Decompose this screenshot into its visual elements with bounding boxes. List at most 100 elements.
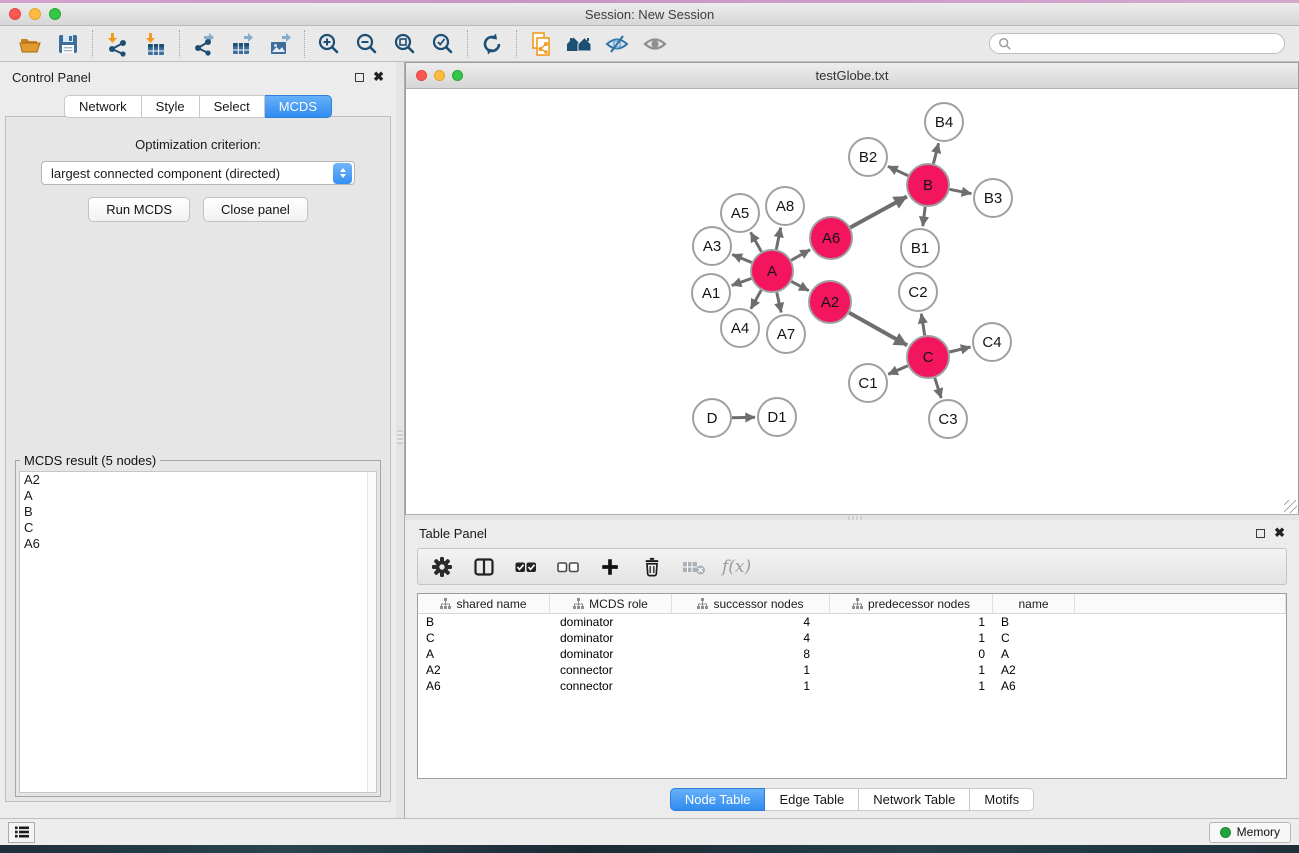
graph-edge-A2-C[interactable] [849, 313, 907, 346]
show-graphics-details-button[interactable] [640, 30, 670, 58]
table-settings-button[interactable] [428, 553, 456, 581]
graph-edge-B-B2[interactable] [888, 166, 908, 175]
export-network-button[interactable] [189, 30, 219, 58]
new-network-from-selection-button[interactable] [526, 30, 556, 58]
delete-row-button[interactable] [638, 553, 666, 581]
mcds-result-list[interactable]: A2ABCA6 [19, 471, 377, 793]
graph-edge-C-C1[interactable] [888, 366, 908, 375]
graph-edge-C-C3[interactable] [935, 378, 941, 398]
network-window-titlebar[interactable]: testGlobe.txt [406, 63, 1298, 89]
graph-node-C[interactable]: C [907, 336, 949, 378]
close-panel-button[interactable]: Close panel [203, 197, 308, 222]
graph-node-C3[interactable]: C3 [929, 400, 967, 438]
table-cell[interactable]: B [993, 614, 1075, 630]
zoom-in-button[interactable] [314, 30, 344, 58]
result-list-item[interactable]: A6 [20, 536, 376, 552]
table-cell[interactable]: 1 [830, 662, 993, 678]
first-neighbors-button[interactable] [564, 30, 594, 58]
graph-node-B4[interactable]: B4 [925, 103, 963, 141]
graph-node-A6[interactable]: A6 [810, 217, 852, 259]
graph-edge-A-A2[interactable] [791, 281, 808, 290]
graph-node-C2[interactable]: C2 [899, 273, 937, 311]
table-cell[interactable]: connector [550, 662, 672, 678]
table-cell[interactable]: A [993, 646, 1075, 662]
table-row[interactable]: Bdominator41B [418, 614, 1286, 630]
graph-node-C1[interactable]: C1 [849, 364, 887, 402]
graph-edge-A-A1[interactable] [732, 279, 752, 286]
zoom-selected-button[interactable] [428, 30, 458, 58]
tab-style[interactable]: Style [142, 95, 200, 118]
zoom-out-button[interactable] [352, 30, 382, 58]
table-cell[interactable]: 1 [672, 662, 830, 678]
graph-node-A3[interactable]: A3 [693, 227, 731, 265]
hide-graphics-details-button[interactable] [602, 30, 632, 58]
search-input[interactable] [1017, 37, 1276, 51]
graph-node-A[interactable]: A [751, 250, 793, 292]
table-cell[interactable]: 8 [672, 646, 830, 662]
tab-select[interactable]: Select [200, 95, 265, 118]
graph-edge-B-B1[interactable] [923, 207, 925, 226]
open-session-button[interactable] [15, 30, 45, 58]
graph-node-A4[interactable]: A4 [721, 309, 759, 347]
result-list-item[interactable]: A [20, 488, 376, 504]
column-header-predecessor-nodes[interactable]: predecessor nodes [830, 594, 993, 613]
table-cell[interactable]: 1 [830, 630, 993, 646]
deselect-all-button[interactable] [554, 553, 582, 581]
graph-edge-B-B3[interactable] [950, 189, 972, 193]
table-cell[interactable]: A2 [993, 662, 1075, 678]
close-table-panel-icon[interactable]: ✖ [1274, 528, 1285, 538]
show-panels-button[interactable] [8, 822, 35, 843]
graph-edge-A-A7[interactable] [777, 293, 781, 313]
table-row[interactable]: Adominator80A [418, 646, 1286, 662]
refresh-button[interactable] [477, 30, 507, 58]
table-cell[interactable]: A [418, 646, 550, 662]
tab-node-table[interactable]: Node Table [670, 788, 766, 811]
graph-edge-A-A3[interactable] [732, 255, 751, 263]
network-canvas[interactable]: B4B2BB3A8A5A6A3B1AC2A1A2A4A7C4CC1D1DC3 [406, 89, 1298, 514]
save-session-button[interactable] [53, 30, 83, 58]
import-table-button[interactable] [140, 30, 170, 58]
graph-node-A1[interactable]: A1 [692, 274, 730, 312]
graph-node-D1[interactable]: D1 [758, 398, 796, 436]
show-columns-button[interactable] [470, 553, 498, 581]
table-cell[interactable]: 1 [830, 678, 993, 694]
graph-node-D[interactable]: D [693, 399, 731, 437]
column-header-mcds-role[interactable]: MCDS role [550, 594, 672, 613]
table-cell[interactable]: dominator [550, 630, 672, 646]
column-header-successor-nodes[interactable]: successor nodes [672, 594, 830, 613]
graph-node-B[interactable]: B [907, 164, 949, 206]
graph-node-B1[interactable]: B1 [901, 229, 939, 267]
result-list-item[interactable]: C [20, 520, 376, 536]
tab-network[interactable]: Network [64, 95, 142, 118]
tab-motifs[interactable]: Motifs [970, 788, 1034, 811]
graph-edge-C-C2[interactable] [921, 314, 924, 336]
column-header-name[interactable]: name [993, 594, 1075, 613]
resize-grip-icon[interactable] [1284, 500, 1297, 513]
result-list-item[interactable]: A2 [20, 472, 376, 488]
table-cell[interactable]: 4 [672, 630, 830, 646]
splitter-grip[interactable] [397, 430, 403, 444]
table-cell[interactable]: A6 [993, 678, 1075, 694]
table-cell[interactable]: connector [550, 678, 672, 694]
graph-node-B2[interactable]: B2 [849, 138, 887, 176]
float-table-panel-icon[interactable] [1256, 529, 1265, 538]
table-cell[interactable]: 1 [672, 678, 830, 694]
graph-edge-A-A4[interactable] [751, 290, 761, 309]
tab-edge-table[interactable]: Edge Table [765, 788, 859, 811]
table-cell[interactable]: C [418, 630, 550, 646]
graph-edge-A-A5[interactable] [751, 232, 762, 251]
table-cell[interactable]: 0 [830, 646, 993, 662]
graph-edge-A-A8[interactable] [776, 228, 780, 250]
graph-edge-A-A6[interactable] [791, 250, 810, 261]
table-cell[interactable]: C [993, 630, 1075, 646]
export-image-button[interactable] [265, 30, 295, 58]
tab-mcds[interactable]: MCDS [265, 95, 332, 118]
graph-node-A8[interactable]: A8 [766, 187, 804, 225]
graph-node-A7[interactable]: A7 [767, 315, 805, 353]
table-cell[interactable]: dominator [550, 646, 672, 662]
memory-button[interactable]: Memory [1209, 822, 1291, 843]
table-cell[interactable]: B [418, 614, 550, 630]
result-scrollbar[interactable] [367, 472, 376, 792]
search-field[interactable] [989, 33, 1285, 54]
run-mcds-button[interactable]: Run MCDS [88, 197, 190, 222]
